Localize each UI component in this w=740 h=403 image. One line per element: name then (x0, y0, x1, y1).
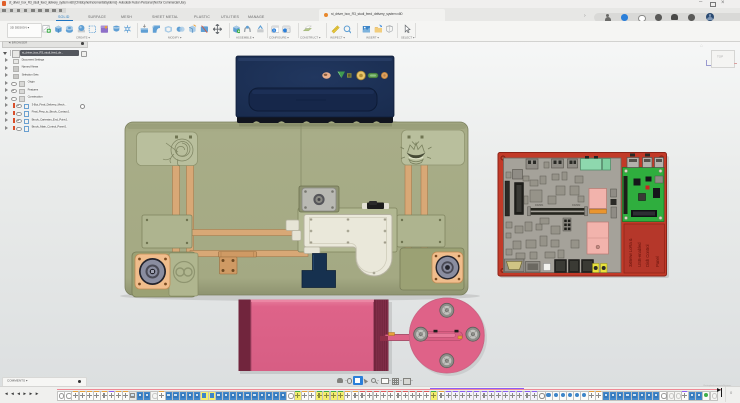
svg-text:DIMM1: DIMM1 (535, 203, 544, 207)
svg-text:DIMM2: DIMM2 (572, 203, 581, 207)
